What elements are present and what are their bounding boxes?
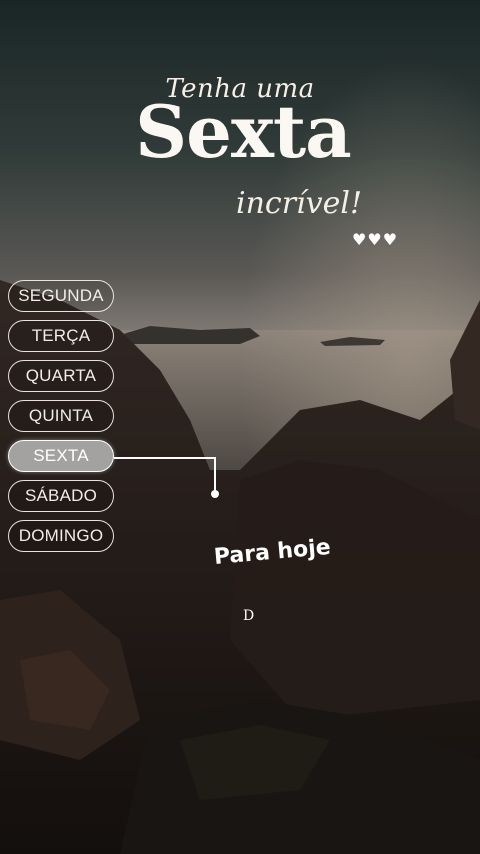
day-button-quinta[interactable]: QUINTA — [8, 400, 114, 432]
weekday-menu: SEGUNDA TERÇA QUARTA QUINTA SEXTA SÁBADO… — [8, 280, 116, 560]
title-line-3: incrível! — [236, 186, 363, 221]
day-button-domingo[interactable]: DOMINGO — [8, 520, 114, 552]
day-button-segunda[interactable]: SEGUNDA — [8, 280, 114, 312]
day-button-quarta[interactable]: QUARTA — [8, 360, 114, 392]
selection-connector-line — [114, 457, 216, 459]
day-button-sabado[interactable]: SÁBADO — [8, 480, 114, 512]
day-button-terca[interactable]: TERÇA — [8, 320, 114, 352]
title-main-word: Sexta — [135, 89, 352, 174]
hearts-icon: ♥♥♥ — [352, 230, 399, 249]
today-text-cursor: D — [243, 608, 255, 624]
selection-connector-dot — [211, 490, 219, 498]
day-button-sexta[interactable]: SEXTA — [8, 440, 114, 472]
selection-connector-drop — [214, 457, 216, 493]
